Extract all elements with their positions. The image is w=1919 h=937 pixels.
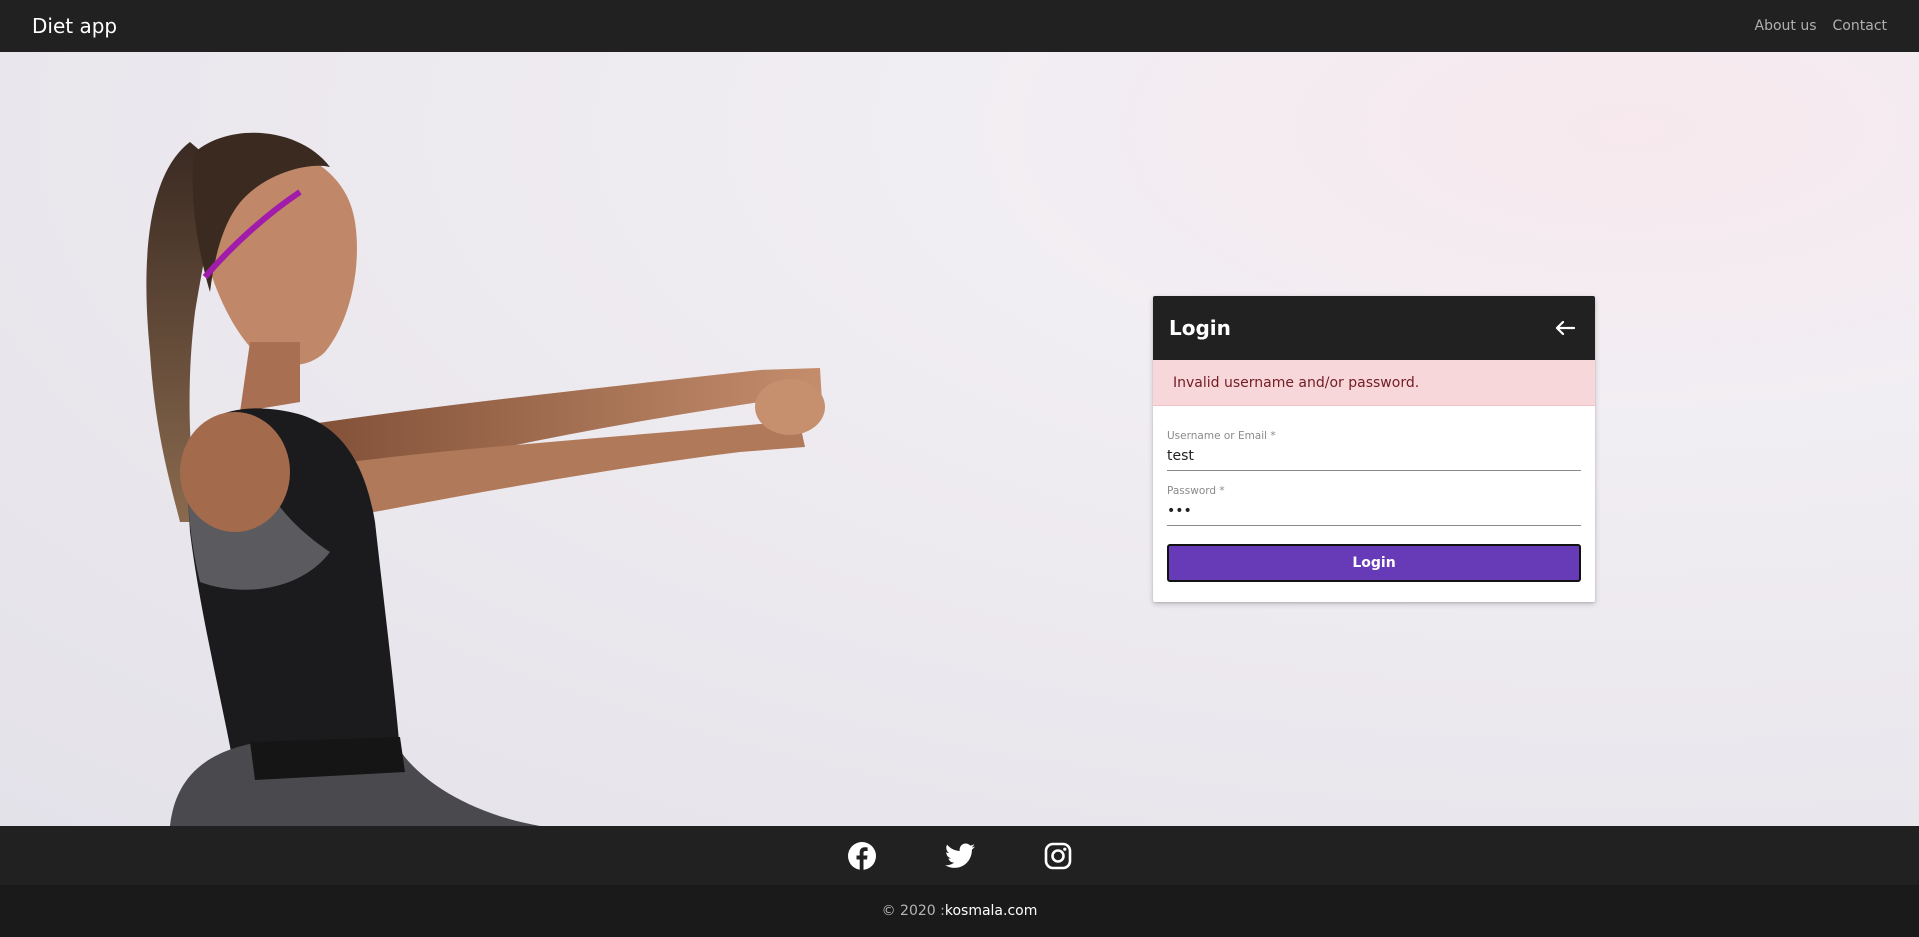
username-field: Username or Email *	[1167, 430, 1581, 471]
login-form: Username or Email * Password * Login	[1153, 406, 1595, 582]
username-label: Username or Email *	[1167, 430, 1276, 442]
hero-section: Login Invalid username and/or password. …	[0, 52, 1919, 826]
password-label: Password *	[1167, 485, 1225, 497]
copyright-text: © 2020 :	[881, 903, 945, 919]
password-input[interactable]	[1167, 501, 1581, 526]
error-alert: Invalid username and/or password.	[1153, 360, 1595, 406]
twitter-link[interactable]	[944, 841, 975, 871]
password-field: Password *	[1167, 485, 1581, 526]
login-card: Login Invalid username and/or password. …	[1153, 296, 1595, 602]
nav-contact-link[interactable]: Contact	[1833, 18, 1887, 34]
login-title: Login	[1169, 316, 1231, 340]
copyright-bar: © 2020 : kosmala.com	[0, 885, 1919, 937]
top-navbar: Diet app About us Contact	[0, 0, 1919, 52]
instagram-icon	[1044, 842, 1071, 869]
nav-links: About us Contact	[1755, 18, 1887, 34]
social-footer	[0, 826, 1919, 885]
copyright-link[interactable]: kosmala.com	[945, 903, 1038, 919]
login-card-header: Login	[1153, 296, 1595, 360]
brand-link[interactable]: Diet app	[32, 14, 117, 38]
nav-about-us-link[interactable]: About us	[1755, 18, 1817, 34]
facebook-link[interactable]	[847, 841, 877, 871]
username-input[interactable]	[1167, 446, 1581, 471]
hero-photo	[146, 132, 825, 826]
back-button[interactable]	[1551, 314, 1579, 342]
facebook-icon	[847, 841, 876, 870]
login-submit-button[interactable]: Login	[1167, 544, 1581, 582]
arrow-left-icon	[1555, 320, 1575, 336]
twitter-icon	[944, 843, 975, 868]
instagram-link[interactable]	[1043, 841, 1073, 871]
